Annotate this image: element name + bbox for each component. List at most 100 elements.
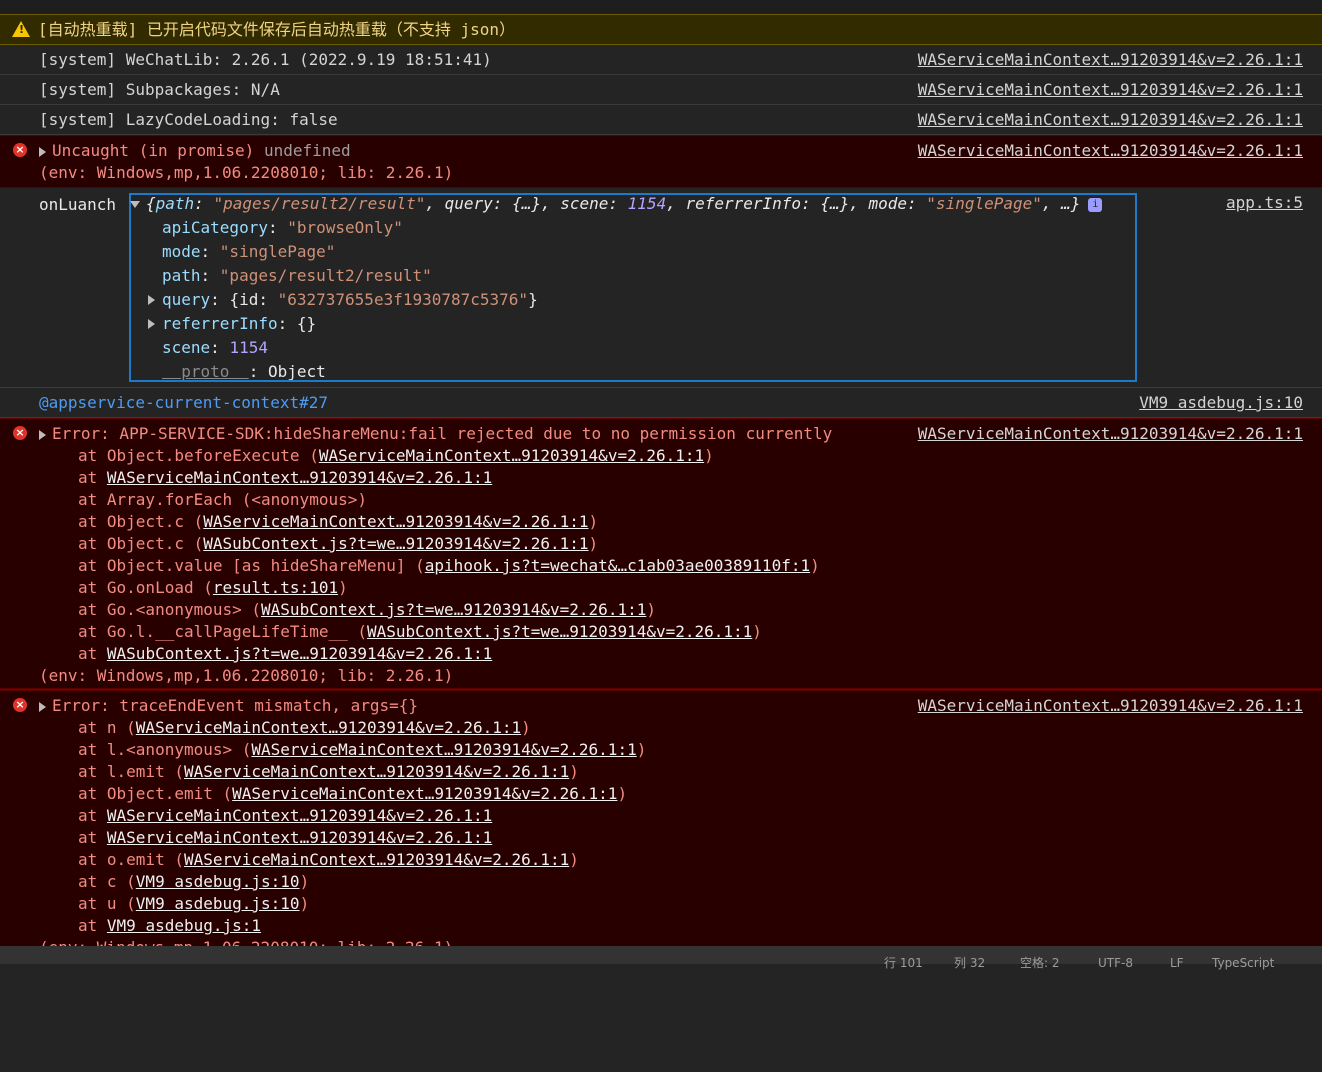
top-strip bbox=[0, 0, 1322, 15]
stack-frame-text: at Object.emit ( bbox=[78, 784, 233, 803]
error-traceendevent: × Error: traceEndEvent mismatch, args={}… bbox=[0, 690, 1322, 946]
stack-frame-end: ) bbox=[810, 556, 820, 575]
stack-frame: at Go.l.__callPageLifeTime__ (WASubConte… bbox=[0, 621, 1322, 643]
cursor-column[interactable]: 列 32 bbox=[954, 954, 985, 972]
stack-frame-text: at bbox=[78, 828, 107, 847]
log-label: onLuanch bbox=[39, 195, 117, 214]
stack-frame-end: ) bbox=[636, 740, 647, 759]
error-prefix: Uncaught (in promise) bbox=[52, 141, 255, 160]
object-summary[interactable]: {path: "pages/result2/result", query: {…… bbox=[130, 193, 1103, 215]
stack-frame: at n (WAServiceMainContext…91203914&v=2.… bbox=[0, 717, 1322, 739]
stack-frame: at Go.<anonymous> (WASubContext.js?t=we…… bbox=[0, 599, 1322, 621]
stack-frame-text: at Object.c ( bbox=[78, 534, 204, 553]
stack-frame-text: at c ( bbox=[78, 872, 136, 891]
stack-frame: at Object.c (WAServiceMainContext…912039… bbox=[0, 511, 1322, 533]
stack-frame-text: at Go.<anonymous> ( bbox=[78, 600, 262, 619]
cursor-line[interactable]: 行 101 bbox=[884, 954, 923, 972]
stack-frame-end: ) bbox=[588, 512, 599, 531]
stack-frame-link[interactable]: WAServiceMainContext…91203914&v=2.26.1:1 bbox=[107, 828, 492, 847]
stack-frame-end: ) bbox=[569, 762, 579, 781]
error-value: undefined bbox=[263, 141, 351, 160]
console-panel: ! [自动热重载] 已开启代码文件保存后自动热重载（不支持 json） [sys… bbox=[0, 0, 1322, 946]
error-icon: × bbox=[13, 426, 27, 440]
env-text: (env: Windows,mp,1.06.2208010; lib: 2.26… bbox=[0, 937, 1322, 946]
prop-proto[interactable]: __proto__: Object bbox=[162, 360, 326, 380]
stack-frame: at l.emit (WAServiceMainContext…91203914… bbox=[0, 761, 1322, 783]
stack-frame-text: at Array.forEach (<anonymous>) bbox=[78, 490, 367, 509]
stack-frame-text: at Object.value [as hideShareMenu] ( bbox=[78, 556, 425, 575]
source-link-app-ts[interactable]: app.ts:5 bbox=[1226, 192, 1303, 214]
stack-frame-link[interactable]: VM9 asdebug.js:1 bbox=[107, 916, 261, 935]
stack-frame-text: at bbox=[78, 468, 107, 487]
source-link[interactable]: WAServiceMainContext…91203914&v=2.26.1:1 bbox=[918, 695, 1303, 717]
stack-frame-text: at l.<anonymous> ( bbox=[78, 740, 252, 759]
stack-frame: at WAServiceMainContext…91203914&v=2.26.… bbox=[0, 467, 1322, 489]
stack-frame-link[interactable]: WAServiceMainContext…91203914&v=2.26.1:1 bbox=[136, 718, 521, 737]
stack-frame-link[interactable]: WAServiceMainContext…91203914&v=2.26.1:1 bbox=[107, 806, 492, 825]
stack-frame: at Object.c (WASubContext.js?t=we…912039… bbox=[0, 533, 1322, 555]
expand-arrow-icon[interactable] bbox=[148, 295, 155, 305]
prop-query[interactable]: query: {id: "632737655e3f1930787c5376"} bbox=[148, 288, 538, 312]
stack-frame-link[interactable]: WAServiceMainContext…91203914&v=2.26.1:1 bbox=[203, 512, 588, 531]
language-mode[interactable]: TypeScript bbox=[1212, 954, 1274, 972]
stack-frame: at Go.onLoad (result.ts:101) bbox=[0, 577, 1322, 599]
stack-frame: at Object.value [as hideShareMenu] (apih… bbox=[0, 555, 1322, 577]
env-text: (env: Windows,mp,1.06.2208010; lib: 2.26… bbox=[39, 163, 454, 182]
stack-frame: at Object.beforeExecute (WAServiceMainCo… bbox=[0, 445, 1322, 467]
stack-frame-link[interactable]: WASubContext.js?t=we…91203914&v=2.26.1:1 bbox=[203, 534, 588, 553]
stack-frame-link[interactable]: VM9 asdebug.js:10 bbox=[136, 894, 300, 913]
source-link[interactable]: WAServiceMainContext…91203914&v=2.26.1:1 bbox=[918, 423, 1303, 445]
prop-referrerinfo[interactable]: referrerInfo: {} bbox=[148, 312, 316, 336]
source-link[interactable]: VM9 asdebug.js:10 bbox=[1139, 388, 1303, 418]
stack-frame-link[interactable]: WAServiceMainContext…91203914&v=2.26.1:1 bbox=[184, 762, 569, 781]
warning-text: [自动热重载] 已开启代码文件保存后自动热重载（不支持 json） bbox=[38, 20, 516, 39]
stack-frame: at WAServiceMainContext…91203914&v=2.26.… bbox=[0, 805, 1322, 827]
source-link[interactable]: WAServiceMainContext…91203914&v=2.26.1:1 bbox=[918, 140, 1303, 162]
error-message: Error: APP-SERVICE-SDK:hideShareMenu:fai… bbox=[52, 424, 833, 443]
stack-frame-link[interactable]: WASubContext.js?t=we…91203914&v=2.26.1:1 bbox=[261, 600, 646, 619]
stack-frame-link[interactable]: VM9 asdebug.js:10 bbox=[136, 872, 300, 891]
expand-arrow-icon[interactable] bbox=[148, 319, 155, 329]
stack-frame-text: at Object.c ( bbox=[78, 512, 204, 531]
source-link[interactable]: WAServiceMainContext…91203914&v=2.26.1:1 bbox=[918, 45, 1303, 75]
line-ending[interactable]: LF bbox=[1170, 954, 1184, 972]
expand-arrow-icon[interactable] bbox=[39, 429, 46, 440]
stack-frame-link[interactable]: WAServiceMainContext…91203914&v=2.26.1:1 bbox=[251, 740, 636, 759]
stack-frame-text: at Go.onLoad ( bbox=[78, 578, 213, 597]
error-icon: × bbox=[13, 698, 27, 712]
stack-frame-text: at Object.beforeExecute ( bbox=[78, 446, 319, 465]
source-link[interactable]: WAServiceMainContext…91203914&v=2.26.1:1 bbox=[918, 105, 1303, 135]
expand-arrow-icon[interactable] bbox=[39, 701, 46, 712]
stack-frame-link[interactable]: WAServiceMainContext…91203914&v=2.26.1:1 bbox=[232, 784, 617, 803]
stack-frame-link[interactable]: apihook.js?t=wechat&…c1ab03ae00389110f:1 bbox=[425, 556, 810, 575]
error-message: Error: traceEndEvent mismatch, args={} bbox=[52, 696, 419, 715]
stack-frame-text: at bbox=[78, 806, 107, 825]
stack-frame-link[interactable]: WASubContext.js?t=we…91203914&v=2.26.1:1 bbox=[107, 644, 492, 663]
stack-frame-link[interactable]: WAServiceMainContext…91203914&v=2.26.1:1 bbox=[319, 446, 704, 465]
stack-frame-end: ) bbox=[646, 600, 656, 619]
stack-frame: at WAServiceMainContext…91203914&v=2.26.… bbox=[0, 827, 1322, 849]
stack-frame-link[interactable]: WAServiceMainContext…91203914&v=2.26.1:1 bbox=[107, 468, 492, 487]
prop-apicategory: apiCategory: "browseOnly" bbox=[162, 218, 403, 237]
stack-frame-end: ) bbox=[521, 718, 531, 737]
source-link[interactable]: WAServiceMainContext…91203914&v=2.26.1:1 bbox=[918, 75, 1303, 105]
env-text: (env: Windows,mp,1.06.2208010; lib: 2.26… bbox=[39, 666, 454, 685]
status-bar: 行 101 列 32 空格: 2 UTF-8 LF TypeScript bbox=[0, 946, 1322, 970]
stack-frame-text: at bbox=[78, 916, 107, 935]
stack-frame: at VM9 asdebug.js:1 bbox=[0, 915, 1322, 937]
error-hidesharemenu: × Error: APP-SERVICE-SDK:hideShareMenu:f… bbox=[0, 418, 1322, 689]
stack-frame-end: ) bbox=[588, 534, 599, 553]
indent-spaces[interactable]: 空格: 2 bbox=[1020, 954, 1060, 972]
collapse-arrow-icon[interactable] bbox=[130, 201, 140, 208]
stack-frame-end: ) bbox=[338, 578, 348, 597]
hot-reload-warning: ! [自动热重载] 已开启代码文件保存后自动热重载（不支持 json） bbox=[0, 14, 1322, 45]
stack-frame-link[interactable]: result.ts:101 bbox=[213, 578, 338, 597]
stack-frame-link[interactable]: WAServiceMainContext…91203914&v=2.26.1:1 bbox=[184, 850, 569, 869]
file-encoding[interactable]: UTF-8 bbox=[1098, 954, 1133, 972]
system-line-wechatlib: [system] WeChatLib: 2.26.1 (2022.9.19 18… bbox=[0, 45, 1322, 75]
expand-arrow-icon[interactable] bbox=[39, 146, 46, 157]
info-badge-icon[interactable]: i bbox=[1088, 197, 1103, 212]
context-text[interactable]: @appservice-current-context#27 bbox=[0, 388, 1322, 418]
stack-frame-text: at n ( bbox=[78, 718, 136, 737]
stack-frame-link[interactable]: WASubContext.js?t=we…91203914&v=2.26.1:1 bbox=[367, 622, 752, 641]
